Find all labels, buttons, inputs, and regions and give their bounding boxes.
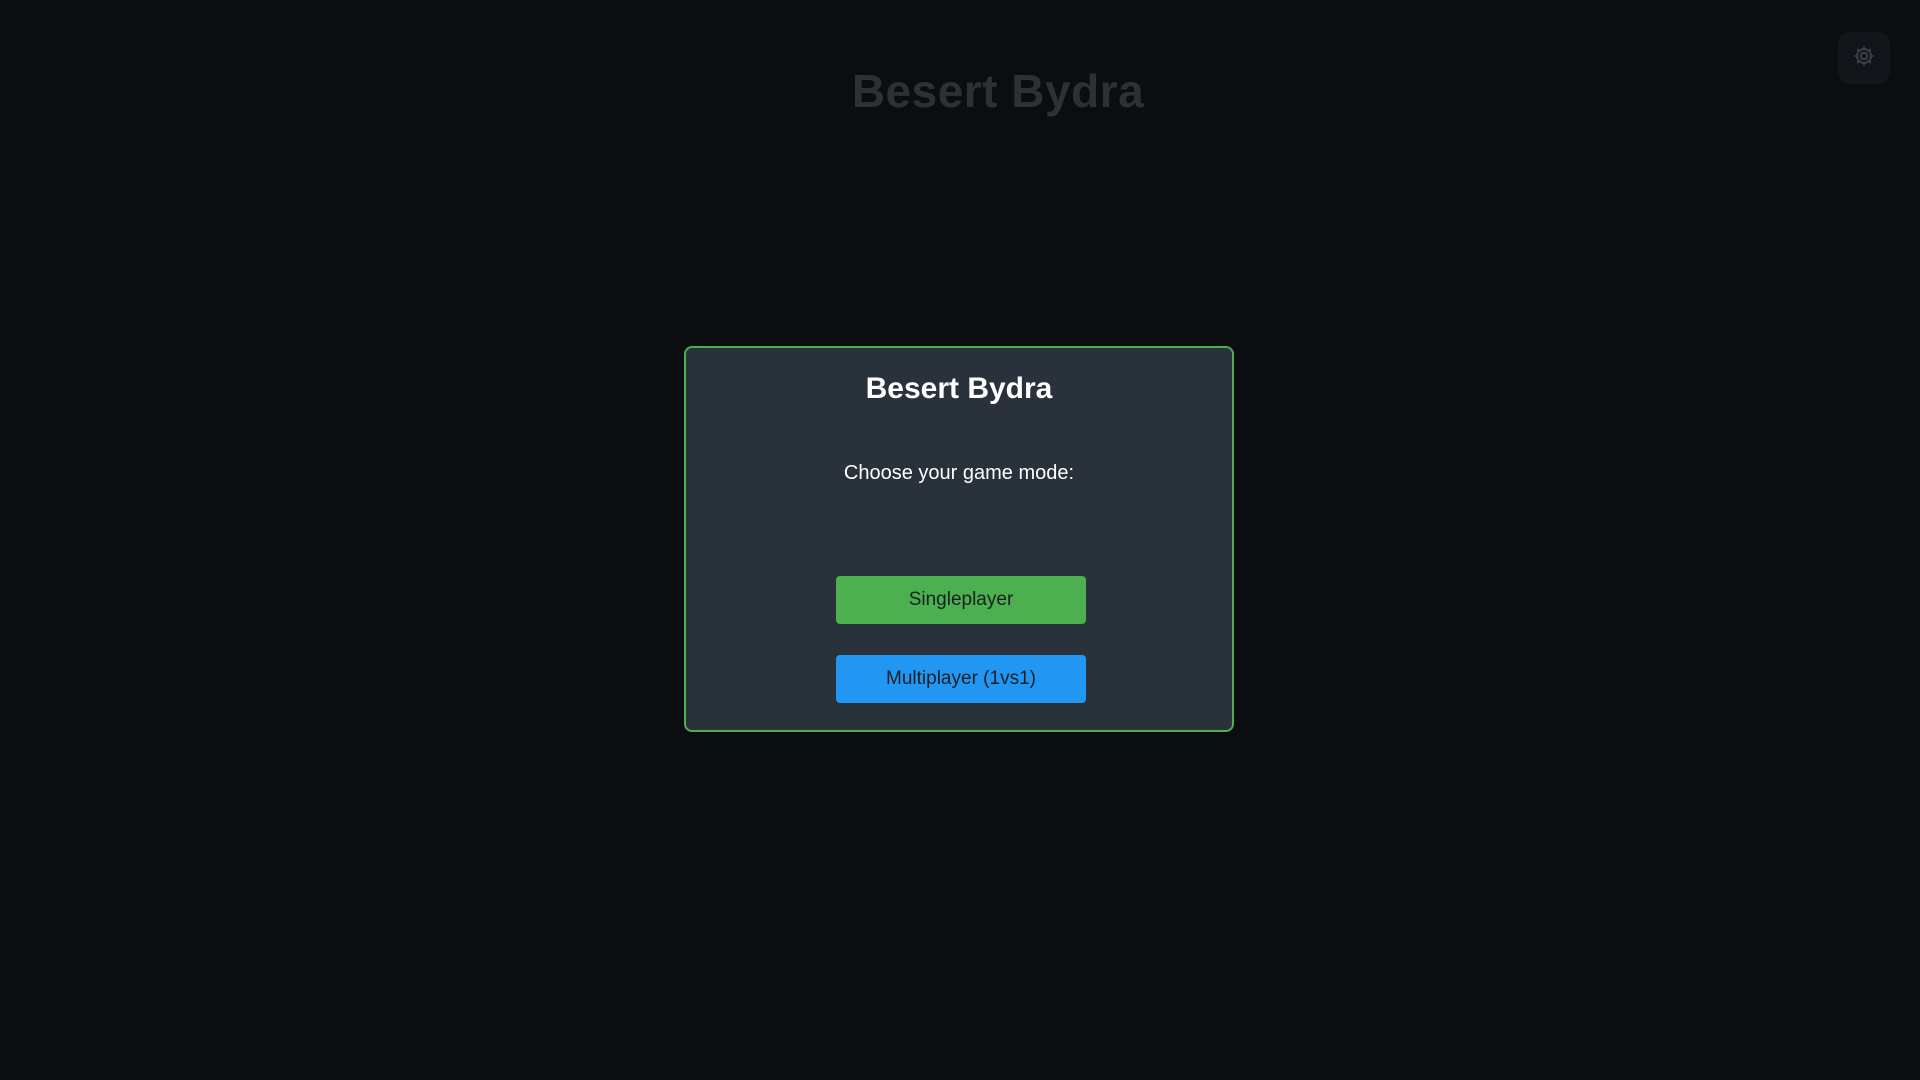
modal-overlay: Besert Bydra Choose your game mode: Sing… xyxy=(0,0,1920,1080)
game-page: Besert Bydra Besert Bydra Choose your ga… xyxy=(0,0,1920,1080)
game-mode-dialog: Besert Bydra Choose your game mode: Sing… xyxy=(684,346,1234,732)
dialog-title: Besert Bydra xyxy=(865,372,1053,405)
multiplayer-button[interactable]: Multiplayer (1vs1) xyxy=(836,655,1086,703)
dialog-subtitle: Choose your game mode: xyxy=(843,462,1075,484)
singleplayer-button[interactable]: Singleplayer xyxy=(836,576,1086,624)
